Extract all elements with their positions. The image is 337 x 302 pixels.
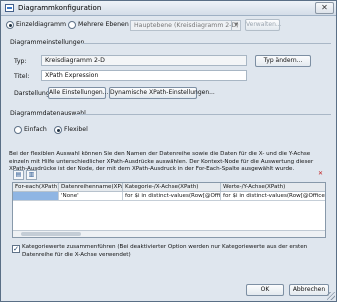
column-header-foreach[interactable]: For-each(XPath)	[13, 183, 59, 192]
title-bar: Diagrammkonfiguration ✕	[1, 1, 336, 16]
horizontal-scrollbar[interactable]	[13, 230, 325, 237]
multi-level-label: Mehrere Ebenen	[78, 21, 129, 28]
title-field[interactable]: XPath Expression	[41, 70, 247, 81]
table-cell-y-axis[interactable]: for $i in distinct-values(Row[@Office=$X…	[221, 192, 325, 201]
data-grid: For-each(XPath) Datenreihenname(XPath) K…	[12, 182, 326, 238]
change-type-button[interactable]: Typ ändern...	[255, 55, 311, 67]
type-label: Typ:	[14, 58, 27, 65]
manage-button[interactable]: Verwalten...	[245, 19, 282, 31]
merge-categories-checkbox[interactable]: ✓	[12, 245, 20, 253]
type-field: Kreisdiagramm 2-D	[41, 55, 247, 66]
single-chart-label: Einzeldiagramm	[16, 21, 67, 28]
level-select[interactable]: Hauptebene (Kreisdiagramm 2-D) ▼	[130, 20, 241, 31]
flexible-radio[interactable]	[54, 126, 62, 134]
dynamic-xpath-settings-button[interactable]: Dynamische XPath-Einstellungen...	[109, 87, 215, 99]
settings-separator	[81, 43, 331, 44]
title-label: Titel:	[14, 73, 30, 80]
merge-categories-label: Kategoriewerte zusammenführen (Bei deakt…	[22, 244, 308, 258]
simple-radio[interactable]	[14, 126, 22, 134]
append-row-icon[interactable]: ▤	[13, 170, 24, 180]
selection-separator	[75, 114, 331, 115]
delete-row-icon[interactable]: ✕	[315, 170, 326, 180]
all-settings-button[interactable]: Alle Einstellungen...	[48, 87, 108, 99]
column-header-x-axis[interactable]: Kategorie-/X-Achse(XPath)	[123, 183, 221, 192]
chart-config-icon	[5, 4, 14, 12]
simple-label: Einfach	[24, 126, 47, 133]
close-button[interactable]: ✕	[315, 2, 334, 14]
flexible-label: Flexibel	[64, 126, 88, 133]
chart-config-dialog: Diagrammkonfiguration ✕ Einzeldiagramm M…	[0, 0, 337, 302]
display-label: Darstellung:	[14, 90, 52, 97]
single-chart-radio[interactable]	[6, 21, 14, 29]
chevron-down-icon: ▼	[231, 21, 240, 30]
window-title: Diagrammkonfiguration	[18, 4, 102, 12]
ok-button[interactable]: OK	[246, 284, 284, 296]
table-cell-series-name[interactable]: 'None'	[59, 192, 123, 201]
column-header-series-name[interactable]: Datenreihenname(XPath)	[59, 183, 123, 192]
scrollbar-thumb[interactable]	[21, 232, 81, 236]
level-select-value: Hauptebene (Kreisdiagramm 2-D)	[134, 22, 239, 29]
table-cell-x-axis[interactable]: for $i in distinct-values(Row[@Office=$X…	[123, 192, 221, 201]
multi-level-radio[interactable]	[68, 21, 76, 29]
cancel-button[interactable]: Abbrechen	[289, 284, 329, 296]
resize-grip-icon[interactable]	[327, 292, 335, 300]
table-cell-foreach[interactable]	[13, 192, 59, 201]
insert-row-icon[interactable]: ▥	[26, 170, 37, 180]
settings-heading: Diagrammeinstellungen	[10, 39, 85, 46]
flexible-description: Bei der flexiblen Auswahl können Sie den…	[9, 151, 314, 173]
column-header-y-axis[interactable]: Werte-/Y-Achse(XPath)	[221, 183, 325, 192]
